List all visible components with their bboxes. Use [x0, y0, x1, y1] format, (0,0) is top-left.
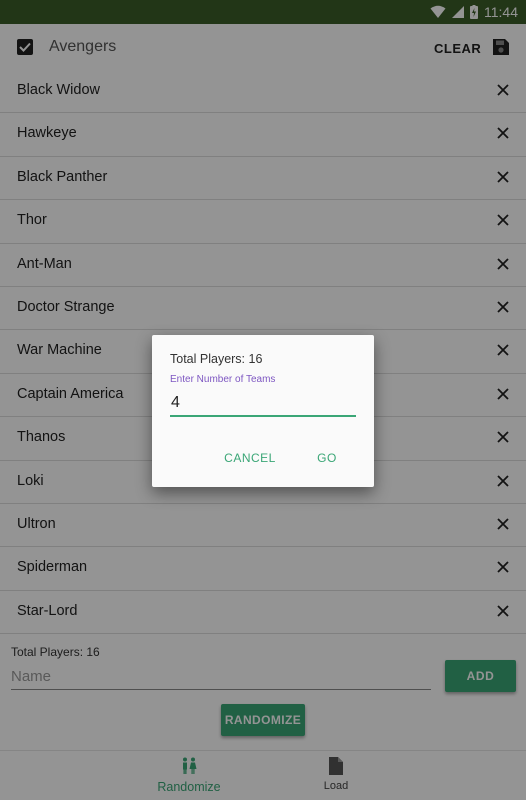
- dialog-total-players: Total Players: 16: [170, 352, 263, 366]
- number-of-teams-dialog: Total Players: 16 Enter Number of Teams …: [152, 335, 374, 487]
- go-button[interactable]: GO: [310, 446, 344, 470]
- cancel-button[interactable]: CANCEL: [218, 446, 282, 470]
- teams-input[interactable]: [170, 393, 356, 417]
- teams-input-label: Enter Number of Teams: [170, 374, 276, 385]
